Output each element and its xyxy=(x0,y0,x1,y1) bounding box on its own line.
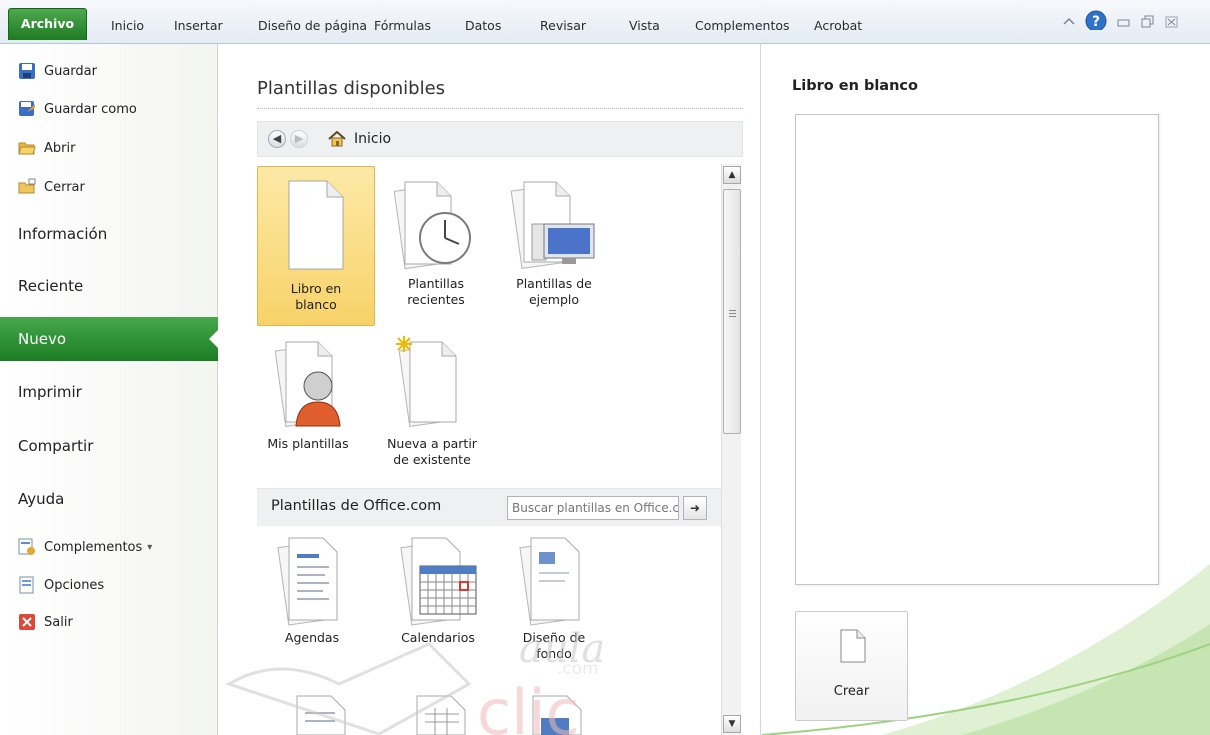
nav-tab-ayuda[interactable]: Ayuda xyxy=(0,477,218,521)
cmd-guardar-como-label: Guardar como xyxy=(44,101,137,117)
cmd-complementos[interactable]: Complementos ▾ xyxy=(18,534,152,560)
create-button[interactable]: Crear xyxy=(795,611,908,721)
cmd-opciones-label: Opciones xyxy=(44,577,105,593)
save-as-icon xyxy=(19,101,35,116)
restore-icon[interactable] xyxy=(1116,12,1132,32)
cmd-guardar-label: Guardar xyxy=(44,63,97,79)
tab-inicio[interactable]: Inicio xyxy=(111,13,144,41)
cmd-abrir[interactable]: Abrir xyxy=(18,135,75,161)
maximize-icon[interactable] xyxy=(1140,12,1156,32)
aulaclic-watermark: aula clic .com xyxy=(225,626,605,735)
options-icon xyxy=(19,576,34,594)
tab-vista[interactable]: Vista xyxy=(629,13,660,41)
nav-tab-compartir[interactable]: Compartir xyxy=(0,424,218,468)
ribbon-tab-bar: Archivo Inicio Insertar Diseño de página… xyxy=(0,0,1210,44)
svg-text:?: ? xyxy=(1092,14,1100,30)
nav-tab-reciente[interactable]: Reciente xyxy=(0,264,218,308)
addins-icon xyxy=(18,538,35,555)
tab-insertar[interactable]: Insertar xyxy=(174,13,223,41)
cmd-salir[interactable]: Salir xyxy=(18,609,73,635)
templates-pane: Plantillas disponibles ◀ ▶ Inicio Libro … xyxy=(219,44,761,735)
cmd-abrir-label: Abrir xyxy=(44,140,76,156)
cmd-salir-label: Salir xyxy=(44,614,73,630)
tab-diseno-de-pagina[interactable]: Diseño de página xyxy=(258,13,367,41)
preview-title: Libro en blanco xyxy=(792,78,918,94)
templates-scrollbar[interactable]: ▲ ▼ xyxy=(721,164,741,735)
save-icon xyxy=(19,63,35,79)
nav-tab-informacion[interactable]: Información xyxy=(0,212,218,256)
cmd-opciones[interactable]: Opciones xyxy=(18,572,104,598)
tab-revisar[interactable]: Revisar xyxy=(540,13,586,41)
cmd-cerrar[interactable]: Cerrar xyxy=(18,174,85,200)
tab-datos[interactable]: Datos xyxy=(465,13,501,41)
backstage-nav: Guardar Guardar como Abrir Cerrar Inform… xyxy=(0,44,219,735)
chevron-down-icon: ▾ xyxy=(147,541,153,553)
tab-acrobat[interactable]: Acrobat xyxy=(814,13,862,41)
scroll-up-button[interactable]: ▲ xyxy=(723,166,741,184)
preview-pane: Libro en blanco Crear xyxy=(762,44,1210,735)
scroll-down-button[interactable]: ▼ xyxy=(723,715,741,733)
cmd-complementos-label: Complementos xyxy=(44,539,143,555)
help-icon[interactable]: ? xyxy=(1085,10,1107,30)
cmd-guardar-como[interactable]: Guardar como xyxy=(18,96,137,122)
cmd-cerrar-label: Cerrar xyxy=(44,179,85,195)
watermark-text: .com xyxy=(557,659,599,679)
tab-archivo[interactable]: Archivo xyxy=(8,8,87,40)
new-document-icon xyxy=(840,629,866,663)
cmd-guardar[interactable]: Guardar xyxy=(18,58,97,84)
tab-complementos[interactable]: Complementos xyxy=(695,13,790,41)
tab-formulas[interactable]: Fórmulas xyxy=(374,13,431,41)
create-button-label: Crear xyxy=(833,684,870,699)
nav-tab-nuevo[interactable]: Nuevo xyxy=(0,317,219,361)
nav-tab-imprimir[interactable]: Imprimir xyxy=(0,370,218,414)
close-icon[interactable] xyxy=(1164,12,1180,32)
close-folder-icon xyxy=(18,178,36,194)
exit-icon xyxy=(19,614,35,630)
open-folder-icon xyxy=(18,142,36,155)
minimize-ribbon-icon[interactable] xyxy=(1062,12,1076,32)
scroll-thumb[interactable] xyxy=(723,189,741,434)
watermark-text: clic xyxy=(477,676,580,735)
preview-thumbnail xyxy=(795,114,1159,585)
